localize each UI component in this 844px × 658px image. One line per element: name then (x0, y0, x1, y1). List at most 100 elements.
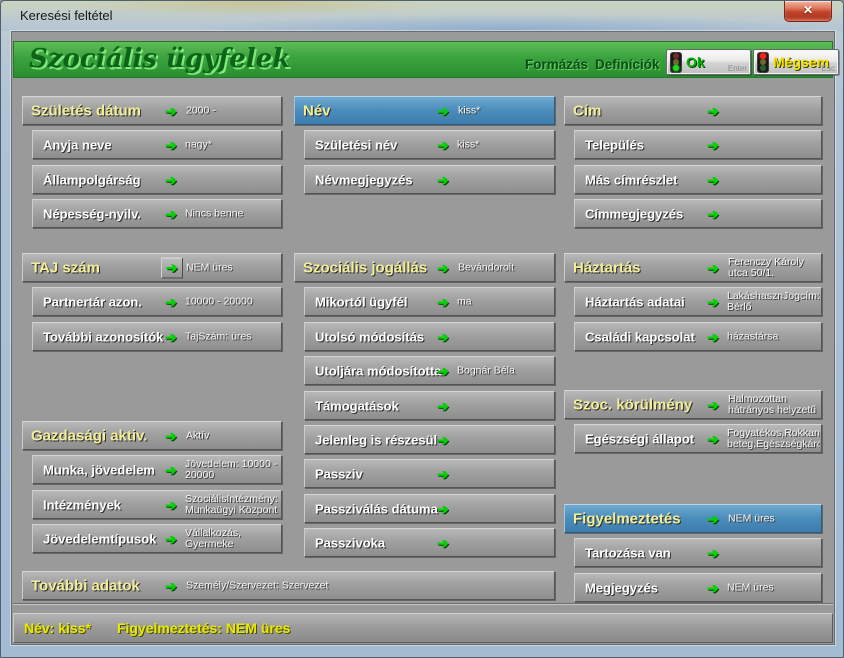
status-warning-filter: Figyelmeztetés: NEM üres (117, 620, 291, 636)
criteria-row-egeszsegi-allapot[interactable]: Egészségi állapot➔Fogyatékos,Rokkant bet… (574, 424, 822, 453)
criteria-row-tovabbi-azonositok[interactable]: További azonosítók➔TajSzám: üres (32, 322, 282, 351)
green-arrow-icon: ➔ (437, 502, 449, 516)
criteria-row-allampolgarsag[interactable]: Állampolgárság➔ (32, 165, 282, 194)
green-arrow-icon: ➔ (165, 498, 177, 512)
criteria-row-telepules[interactable]: Település➔ (574, 130, 822, 159)
green-arrow-icon: ➔ (707, 512, 719, 526)
field-value: Személy/Szervezet: Szervezet (186, 580, 552, 591)
criteria-row-munka-jovedelem[interactable]: Munka, jövedelem➔Jövedelem: 10000 - 2000… (32, 455, 282, 484)
green-arrow-icon: ➔ (437, 364, 449, 378)
green-arrow-icon: ➔ (437, 261, 449, 275)
criteria-row-haztartas-adatai[interactable]: Háztartás adatai➔LakáshasznJogcím: Bérlő (574, 287, 822, 316)
panel-divider (13, 603, 833, 605)
criteria-row-partnertar-azon[interactable]: Partnertár azon.➔10000 - 20000 (32, 287, 282, 316)
criteria-row-cimmegjegyzes[interactable]: Címmegjegyzés ➔ (574, 199, 822, 228)
criteria-row-mas-cimreszlet[interactable]: Más címrészlet ➔ (574, 165, 822, 194)
green-arrow-icon: ➔ (165, 104, 177, 118)
field-label: Háztartás (573, 259, 641, 276)
criteria-row-cim[interactable]: Cím ➔ (564, 96, 822, 125)
green-arrow-icon: ➔ (437, 330, 449, 344)
green-arrow-icon: ➔ (707, 207, 719, 221)
criteria-row-tovabbi-adatok[interactable]: További adatok➔Személy/Szervezet: Szerve… (22, 571, 555, 600)
criteria-row-passzivalas-datuma[interactable]: Passziválás dátuma➔ (304, 494, 555, 523)
field-label: További azonosítók (43, 329, 163, 344)
traffic-light-red-icon (757, 52, 769, 73)
criteria-row-jelenleg-is-reszesul[interactable]: Jelenleg is részesül➔ (304, 425, 555, 454)
field-label: Népesség-nyilv. (43, 206, 141, 221)
field-label: Utolsó módosítás (315, 329, 424, 344)
window-title: Keresési feltétel (20, 8, 113, 23)
criteria-row-megjegyzes[interactable]: Megjegyzés➔NEM üres (574, 573, 822, 602)
field-label: Intézmények (43, 497, 121, 512)
criteria-row-anyja-neve[interactable]: Anyja neve➔nagy* (32, 130, 282, 159)
green-arrow-icon: ➔ (437, 173, 449, 187)
menu-formatting[interactable]: Formázás (525, 57, 588, 72)
criteria-row-passzivoka[interactable]: Passzivoka➔ (304, 528, 555, 557)
field-label: Cím (573, 102, 601, 119)
green-arrow-icon: ➔ (707, 138, 719, 152)
criteria-row-jovedelemtipusok[interactable]: Jövedelemtípusok➔Vállalkozás, Gyermeke (32, 524, 282, 553)
criteria-row-tartozasa-van[interactable]: Tartozása van ➔ (574, 538, 822, 567)
ok-shortcut: Enter (728, 64, 747, 73)
criteria-row-utoljara-modositotta[interactable]: Utoljára módosította➔Bognár Béla (304, 356, 555, 385)
close-button[interactable]: ✕ (784, 1, 832, 22)
field-label: Névmegjegyzés (315, 172, 413, 187)
criteria-row-taj-szam[interactable]: TAJ szám➔NEM üres (22, 253, 282, 282)
green-arrow-icon: ➔ (707, 432, 719, 446)
criteria-row-haztartas[interactable]: Háztartás➔Ferenczy Károly utca 50/1. (564, 253, 822, 282)
green-arrow-icon: ➔ (707, 173, 719, 187)
green-arrow-icon: ➔ (165, 138, 177, 152)
green-arrow-icon: ➔ (437, 536, 449, 550)
field-value: Jövedelem: 10000 - 20000 (185, 459, 280, 481)
traffic-light-green-icon (670, 52, 682, 73)
field-label: Név (303, 102, 331, 119)
green-arrow-icon: ➔ (165, 579, 177, 593)
field-value: házastársa (727, 331, 820, 342)
criteria-row-szuletes-datum[interactable]: Születés dátum➔2000 - (22, 96, 282, 125)
title-bar[interactable]: Keresési feltétel ✕ (1, 1, 843, 31)
criteria-row-nepesseg-nyilv[interactable]: Népesség-nyilv.➔Nincs benne (32, 199, 282, 228)
field-label: Tartozása van (585, 545, 671, 560)
field-label: Passziválás dátuma (315, 501, 438, 516)
criteria-row-szocialis-jogallas[interactable]: Szociális jogállás➔Bevándorolt (294, 253, 555, 282)
status-name-filter: Név: kiss* (24, 620, 91, 636)
field-value: kiss* (457, 139, 553, 150)
green-arrow-icon: ➔ (437, 433, 449, 447)
green-arrow-icon: ➔ (165, 173, 177, 187)
green-arrow-icon: ➔ (707, 295, 719, 309)
criteria-row-csaladi-kapcsolat[interactable]: Családi kapcsolat➔házastársa (574, 322, 822, 351)
green-arrow-icon: ➔ (165, 429, 177, 443)
search-criteria-window: Keresési feltétel ✕ Szociális ügyfelek F… (0, 0, 844, 658)
field-label: Szociális jogállás (303, 259, 427, 276)
field-label: Támogatások (315, 398, 399, 413)
criteria-row-intezmenyek[interactable]: Intézmények ➔ SzociálisIntézmény: Munkaügy… (32, 490, 282, 519)
green-arrow-icon: ➔ (161, 257, 183, 278)
field-label: Más címrészlet (585, 172, 678, 187)
ok-button[interactable]: Ok Enter (666, 49, 751, 75)
field-value: SzociálisIntézmény: Munkaügyi Központ (185, 494, 280, 516)
green-arrow-icon: ➔ (707, 330, 719, 344)
cancel-button[interactable]: Mégsem Esc (753, 49, 839, 75)
field-label: TAJ szám (31, 259, 100, 276)
field-value: Halmozottan hátrányos helyzetű (728, 394, 819, 416)
criteria-row-mikortol-ugyfel[interactable]: Mikortól ügyfél➔ma (304, 287, 555, 316)
field-label: Címmegjegyzés (585, 206, 683, 221)
green-arrow-icon: ➔ (707, 104, 719, 118)
criteria-row-nev[interactable]: Név➔kiss* (294, 96, 555, 125)
criteria-row-szoc-korulmeny[interactable]: Szoc. körülmény ➔ Halmozottan hátrányos he… (564, 390, 822, 419)
field-label: Születési név (315, 137, 397, 152)
criteria-row-tamogatasok[interactable]: Támogatások➔ (304, 391, 555, 420)
green-arrow-icon: ➔ (707, 398, 719, 412)
menu-definitions[interactable]: Definíciók (595, 57, 660, 72)
criteria-row-nevmegjegyzes[interactable]: Névmegjegyzés ➔ (304, 165, 555, 194)
criteria-row-figyelmeztetes[interactable]: Figyelmeztetés➔NEM üres (564, 504, 822, 533)
close-icon: ✕ (803, 3, 813, 17)
criteria-row-passziv[interactable]: Passziv➔ (304, 459, 555, 488)
criteria-row-szuletesi-nev[interactable]: Születési név➔kiss* (304, 130, 555, 159)
criteria-row-gazdasagi-aktiv[interactable]: Gazdasági aktiv.➔Aktív (22, 421, 282, 450)
status-bar: Név: kiss* Figyelmeztetés: NEM üres (13, 613, 833, 643)
green-arrow-icon: ➔ (707, 546, 719, 560)
field-label: Szoc. körülmény (573, 396, 692, 413)
field-value: LakáshasznJogcím: Bérlő (727, 291, 820, 313)
criteria-row-utolso-modositas[interactable]: Utolsó módosítás ➔ (304, 322, 555, 351)
